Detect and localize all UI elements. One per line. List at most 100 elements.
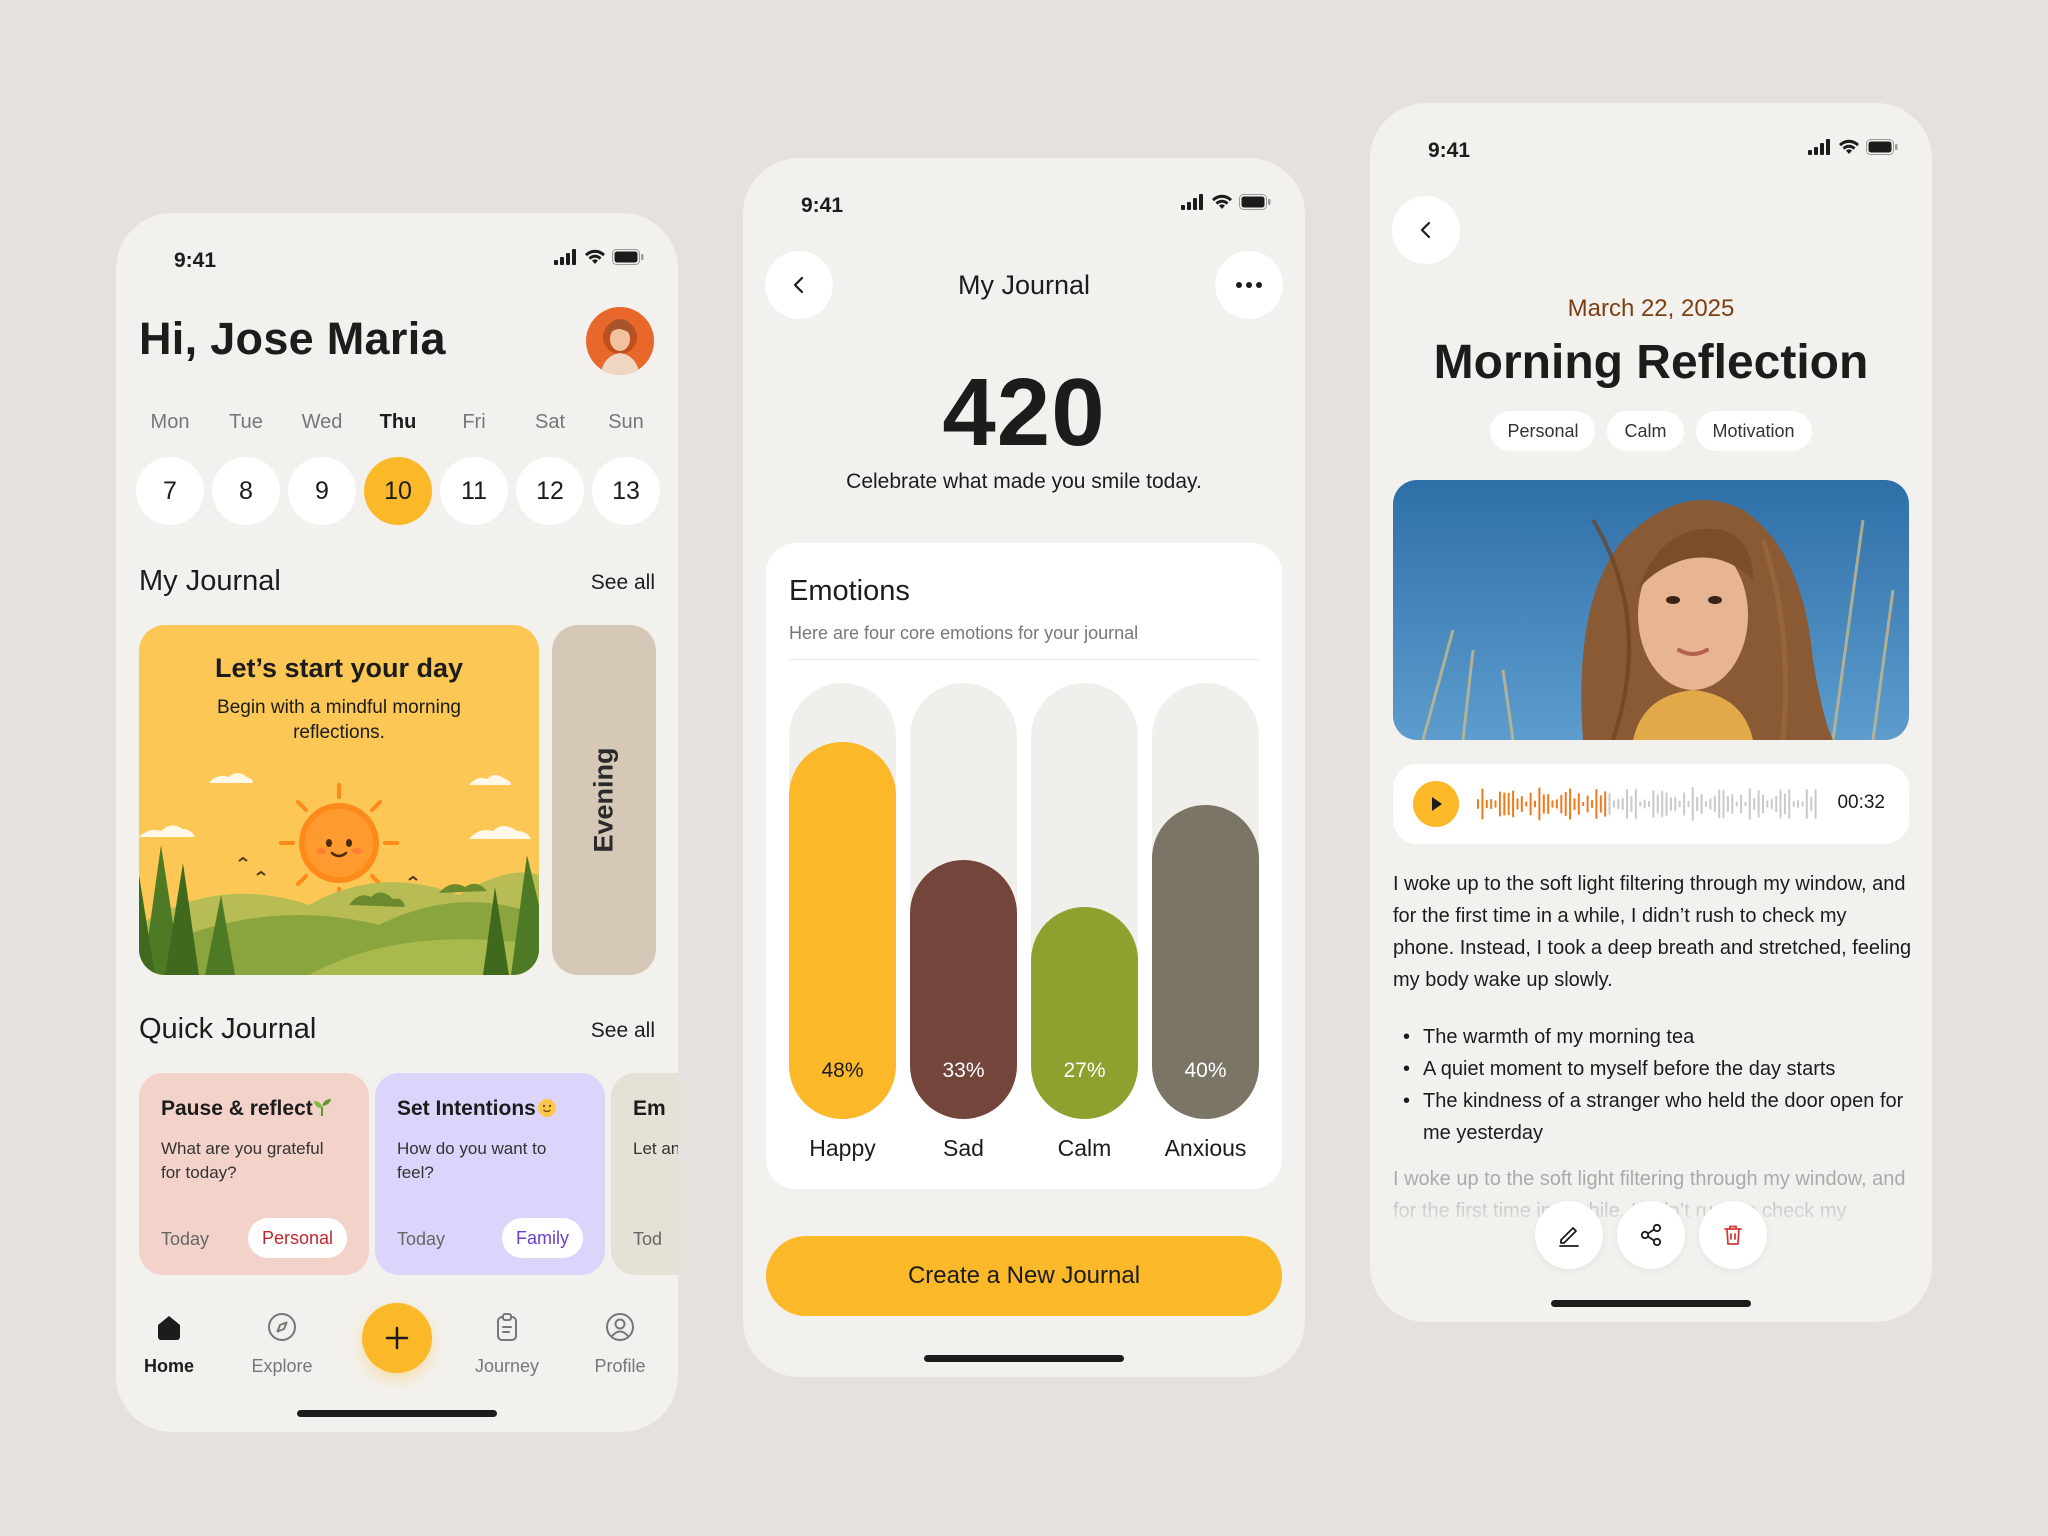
- waveform[interactable]: [1477, 784, 1819, 824]
- waveform-bar: [1735, 801, 1738, 807]
- play-button[interactable]: [1413, 781, 1459, 827]
- quick-card[interactable]: Em Let and Tod: [611, 1073, 678, 1275]
- quick-card-tag[interactable]: Family: [502, 1218, 583, 1258]
- avatar-image: [586, 307, 654, 375]
- entry-title: Morning Reflection: [1433, 336, 1869, 389]
- weekday-label: Fri: [462, 411, 486, 433]
- morning-card[interactable]: Let’s start your day Begin with a mindfu…: [139, 625, 539, 975]
- waveform-bar: [1516, 798, 1519, 810]
- emotion-track-happy: 48%: [789, 683, 896, 1119]
- status-icons: [554, 249, 644, 265]
- entry-tag[interactable]: Personal: [1490, 411, 1596, 451]
- more-options-button[interactable]: [1215, 251, 1283, 319]
- waveform-bar: [1520, 796, 1523, 813]
- weekday-label: Sat: [534, 411, 566, 433]
- waveform-bar: [1775, 795, 1778, 813]
- nav-home-label: Home: [143, 1356, 194, 1376]
- entry-tag[interactable]: Motivation: [1695, 411, 1812, 451]
- emotion-track-anxious: 40%: [1152, 683, 1259, 1119]
- nav-explore[interactable]: Explore: [237, 1311, 327, 1377]
- emotion-label: Sad: [943, 1135, 984, 1161]
- waveform-bar: [1512, 790, 1515, 818]
- waveform-bar: [1485, 799, 1488, 809]
- weekday-row: Mon Tue Wed Thu Fri Sat Sun: [136, 411, 660, 434]
- emotion-percent: 48%: [821, 1059, 864, 1082]
- waveform-bar: [1547, 794, 1550, 814]
- trash-icon: [1724, 1225, 1742, 1245]
- waveform-bar: [1656, 794, 1659, 814]
- entry-tag[interactable]: Calm: [1607, 411, 1684, 451]
- quick-card-tag[interactable]: Personal: [247, 1218, 347, 1258]
- waveform-bar: [1691, 787, 1694, 821]
- quick-card[interactable]: Set Intentions How do you want to feel? To…: [375, 1073, 605, 1275]
- waveform-bar: [1560, 794, 1563, 814]
- waveform-bar: [1490, 799, 1493, 810]
- waveform-bar: [1498, 791, 1501, 817]
- waveform-bar: [1481, 788, 1484, 820]
- entry-bullet-list: The warmth of my morning teaA quiet mome…: [1393, 1021, 1913, 1149]
- create-journal-button[interactable]: Create a New Journal: [766, 1236, 1282, 1316]
- waveform-bar: [1582, 801, 1585, 807]
- date-button-11[interactable]: 11: [440, 457, 508, 525]
- add-entry-button[interactable]: [362, 1303, 432, 1373]
- pencil-icon: [1559, 1227, 1579, 1247]
- quick-card[interactable]: Pause & reflect What are you grateful for…: [139, 1073, 369, 1275]
- waveform-bar: [1604, 791, 1607, 817]
- quick-see-all-link[interactable]: See all: [591, 1019, 655, 1043]
- waveform-bar: [1507, 792, 1510, 816]
- nav-journey[interactable]: Journey: [462, 1311, 552, 1377]
- waveform-bar: [1551, 800, 1554, 808]
- waveform-bar: [1669, 797, 1672, 811]
- signal-icon: [1181, 194, 1203, 210]
- signal-icon: [1808, 139, 1830, 155]
- date-button-12[interactable]: 12: [516, 457, 584, 525]
- waveform-bar: [1538, 787, 1541, 821]
- waveform-bar: [1573, 798, 1576, 810]
- emotion-label: Calm: [1057, 1135, 1112, 1161]
- waveform-bar: [1770, 798, 1773, 810]
- status-bar: 9:41: [116, 235, 678, 291]
- back-button[interactable]: [1392, 196, 1460, 264]
- entry-body: I woke up to the soft light filtering th…: [1393, 873, 1912, 991]
- home-indicator: [1551, 1300, 1751, 1307]
- waveform-bar: [1709, 798, 1712, 810]
- portrait-image: [1393, 480, 1909, 740]
- waveform-bar: [1626, 788, 1629, 819]
- weekday-label: Sun: [608, 411, 644, 433]
- sprout-icon: [314, 1099, 331, 1116]
- date-button-10[interactable]: 10: [364, 457, 432, 525]
- delete-button[interactable]: [1699, 1201, 1767, 1269]
- waveform-bar: [1608, 793, 1611, 815]
- waveform-bar: [1792, 801, 1795, 807]
- play-icon: [1432, 797, 1442, 811]
- status-time: 9:41: [801, 194, 844, 217]
- evening-card[interactable]: Evening: [552, 625, 656, 975]
- emotions-card: Emotions Here are four core emotions for…: [766, 543, 1282, 1189]
- share-button[interactable]: [1617, 1201, 1685, 1269]
- date-button-13[interactable]: 13: [592, 457, 660, 525]
- wifi-icon: [1212, 194, 1232, 209]
- waveform-bar: [1779, 789, 1782, 819]
- nav-home[interactable]: Home: [124, 1311, 214, 1377]
- waveform-bar: [1801, 801, 1804, 807]
- more-dots-icon: [1236, 282, 1262, 288]
- date-button-7[interactable]: 7: [136, 457, 204, 525]
- edit-button[interactable]: [1535, 1201, 1603, 1269]
- waveform-bar: [1652, 790, 1655, 818]
- waveform-bar: [1665, 792, 1668, 816]
- avatar[interactable]: [586, 307, 654, 375]
- emotion-bar-calm: [1031, 907, 1138, 1119]
- date-button-8[interactable]: 8: [212, 457, 280, 525]
- nav-profile-label: Profile: [594, 1356, 646, 1376]
- nav-profile[interactable]: Profile: [575, 1311, 665, 1377]
- status-bar: 9:41: [1370, 125, 1932, 181]
- waveform-bar: [1564, 791, 1567, 817]
- quick-card-question: How do you want to feel?: [397, 1139, 547, 1182]
- emotions-title: Emotions: [789, 575, 910, 607]
- date-button-9[interactable]: 9: [288, 457, 356, 525]
- emotion-percent: 40%: [1184, 1059, 1227, 1082]
- share-icon: [1640, 1223, 1662, 1247]
- journal-see-all-link[interactable]: See all: [591, 571, 655, 595]
- waveform-bar: [1788, 789, 1791, 819]
- waveform-bar: [1740, 794, 1743, 814]
